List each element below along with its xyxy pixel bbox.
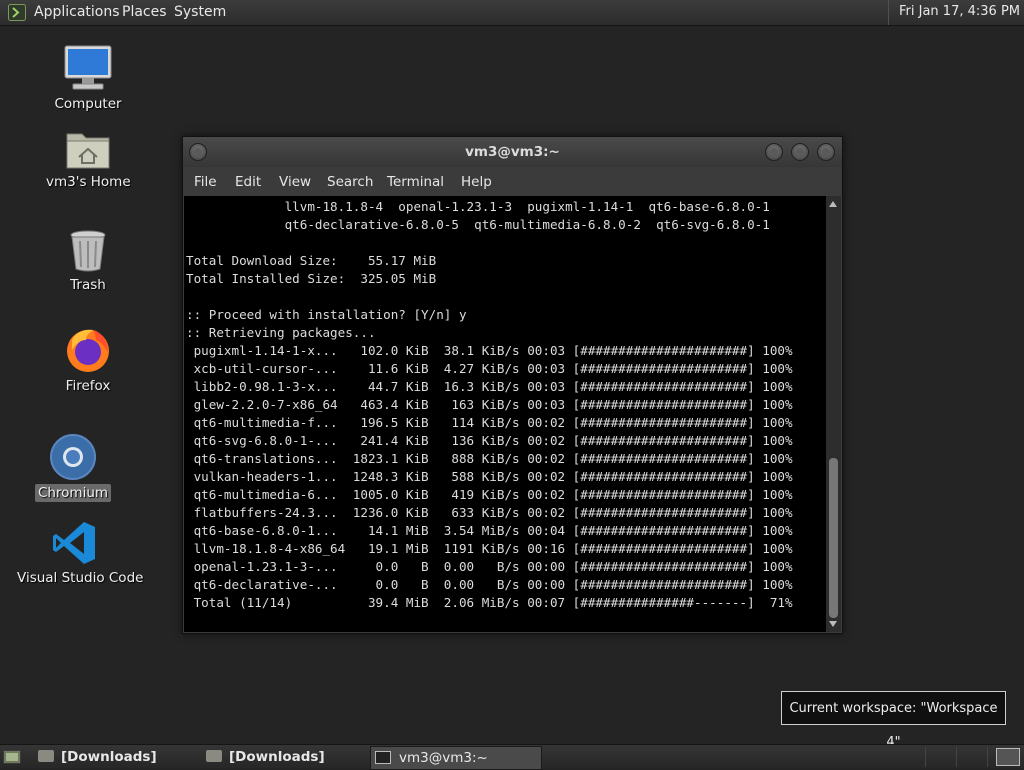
folder-icon: [38, 750, 54, 762]
desktop-icon-label: vm3's Home: [46, 174, 131, 190]
window-titlebar[interactable]: vm3@vm3:~: [183, 137, 842, 167]
terminal-output-area[interactable]: llvm-18.1.8-4 openal-1.23.1-3 pugixml-1.…: [184, 196, 826, 632]
applications-logo-icon[interactable]: [8, 4, 26, 21]
minimize-button[interactable]: [765, 143, 783, 161]
chromium-icon: [50, 434, 96, 480]
desktop-icon-label: Visual Studio Code: [17, 570, 144, 586]
bottom-panel: [Downloads] [Downloads] vm3@vm3:~: [0, 744, 1024, 770]
menu-help[interactable]: Help: [461, 174, 492, 190]
system-menu[interactable]: System: [174, 4, 226, 20]
desktop-icon-chromium[interactable]: Chromium: [33, 433, 113, 502]
workspace-3[interactable]: [957, 747, 988, 767]
applications-menu[interactable]: Applications: [34, 4, 120, 20]
top-panel: Applications Places System Fri Jan 17, 4…: [0, 0, 1024, 26]
close-button[interactable]: [817, 143, 835, 161]
workspace-4[interactable]: [996, 748, 1020, 766]
taskbar-label: [Downloads]: [61, 749, 157, 765]
terminal-window[interactable]: vm3@vm3:~ File Edit View Search Terminal…: [182, 136, 843, 634]
desktop-icon-trash[interactable]: Trash: [48, 229, 128, 294]
terminal-output: llvm-18.1.8-4 openal-1.23.1-3 pugixml-1.…: [186, 199, 793, 610]
taskbar-item-downloads-2[interactable]: [Downloads]: [206, 746, 366, 768]
desktop-icon-home[interactable]: vm3's Home: [43, 128, 133, 191]
firefox-icon: [67, 329, 109, 372]
folder-icon: [206, 750, 222, 762]
desktop-icon-vscode[interactable]: Visual Studio Code: [14, 520, 143, 587]
trash-icon: [70, 230, 106, 272]
scrollbar-thumb[interactable]: [829, 458, 838, 618]
computer-icon: [64, 45, 112, 90]
workspace-tooltip: Current workspace: "Workspace 4": [781, 691, 1006, 750]
clock[interactable]: Fri Jan 17, 4:36 PM: [888, 0, 1024, 25]
menu-file[interactable]: File: [194, 174, 217, 190]
menu-terminal[interactable]: Terminal: [387, 174, 444, 190]
desktop-icon-label: Computer: [54, 96, 122, 112]
taskbar-item-terminal[interactable]: vm3@vm3:~: [370, 746, 542, 770]
vscode-icon: [53, 522, 95, 564]
desktop-icon-label: Trash: [70, 277, 106, 293]
terminal-scrollbar[interactable]: [826, 196, 841, 632]
taskbar-item-downloads-1[interactable]: [Downloads]: [38, 746, 198, 768]
show-desktop-icon[interactable]: [3, 748, 21, 765]
workspace-2[interactable]: [926, 747, 957, 767]
desktop-icon-label: Firefox: [65, 378, 111, 394]
taskbar-label: [Downloads]: [229, 749, 325, 765]
desktop-icon-computer[interactable]: Computer: [48, 44, 128, 113]
home-folder-icon: [66, 133, 110, 169]
terminal-menubar: File Edit View Search Terminal Help: [183, 167, 842, 196]
menu-edit[interactable]: Edit: [235, 174, 261, 190]
taskbar-label: vm3@vm3:~: [399, 750, 488, 766]
terminal-icon: [375, 750, 391, 764]
maximize-button[interactable]: [791, 143, 809, 161]
desktop-icon-firefox[interactable]: Firefox: [48, 326, 128, 395]
scroll-down-arrow-icon[interactable]: [829, 621, 837, 627]
menu-view[interactable]: View: [279, 174, 311, 190]
places-menu[interactable]: Places: [122, 4, 167, 20]
workspace-1[interactable]: [895, 747, 926, 767]
scroll-up-arrow-icon[interactable]: [829, 201, 837, 207]
desktop-icon-label: Chromium: [34, 484, 112, 502]
menu-search[interactable]: Search: [327, 174, 373, 190]
window-title: vm3@vm3:~: [465, 144, 560, 160]
